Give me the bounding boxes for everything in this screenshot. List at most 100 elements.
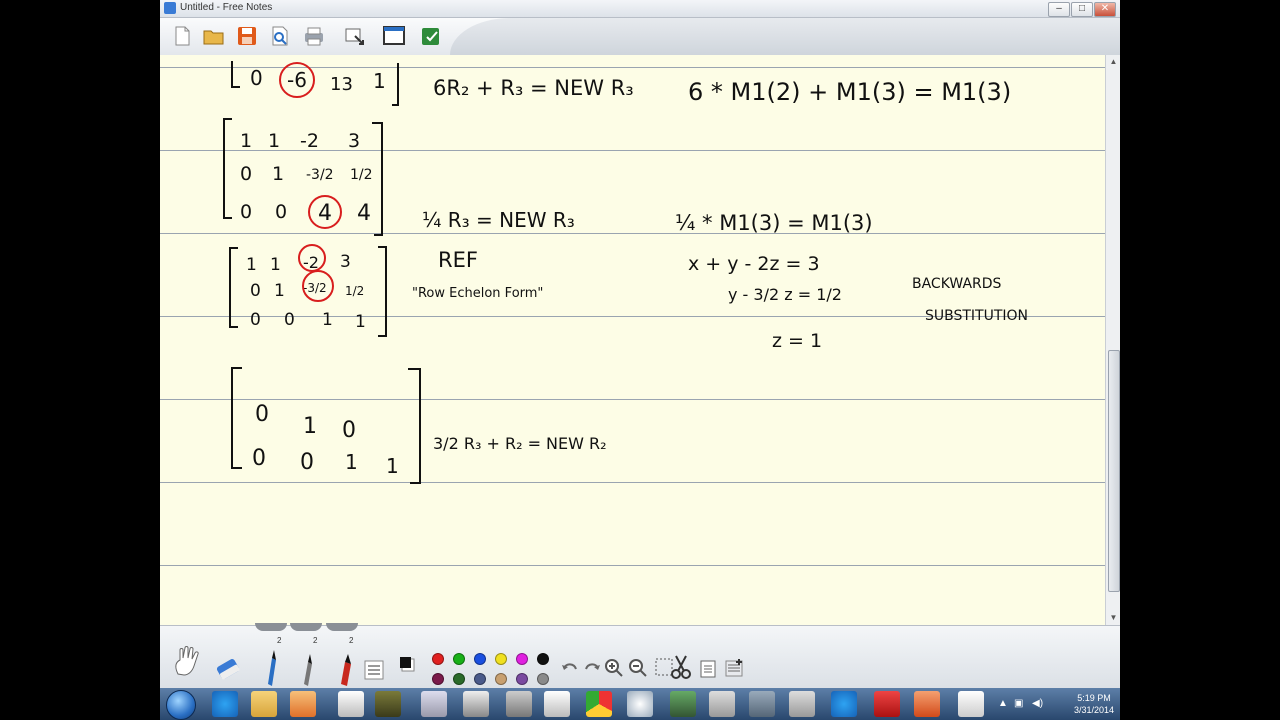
note-canvas[interactable]: 0 -6 13 1 6R₂ + R₃ = NEW R₃ 6 * M1(2) + …	[160, 55, 1105, 625]
pen-tool-blue[interactable]	[260, 648, 282, 686]
app-icon	[164, 2, 176, 14]
color-black[interactable]	[537, 653, 549, 665]
page-tab[interactable]	[255, 623, 287, 631]
zoom-in-icon	[605, 659, 623, 677]
color-magenta[interactable]	[516, 653, 528, 665]
volume-icon[interactable]: ◀)	[1032, 698, 1043, 709]
internet-explorer-icon[interactable]	[212, 691, 238, 717]
m4-cell: 0	[300, 450, 314, 475]
marker-icon	[341, 654, 351, 686]
tools-icon[interactable]	[670, 691, 696, 717]
insert-page-button[interactable]	[724, 658, 744, 678]
print-preview-button[interactable]	[268, 24, 292, 48]
page-number: 2	[277, 636, 282, 645]
device-icon[interactable]	[463, 691, 489, 717]
color-maroon[interactable]	[432, 673, 444, 685]
pen-app-icon[interactable]	[338, 691, 364, 717]
color-blue[interactable]	[474, 653, 486, 665]
tray-expand-icon[interactable]: ▲	[998, 698, 1008, 709]
print-preview-icon	[272, 26, 288, 46]
phone-icon[interactable]	[506, 691, 532, 717]
scroll-thumb[interactable]	[1108, 350, 1120, 592]
color-swatch-icon	[400, 657, 415, 672]
new-page-button[interactable]	[170, 24, 194, 48]
eraser-button[interactable]	[214, 654, 242, 682]
magnifier-app-icon[interactable]	[627, 691, 653, 717]
network-icon[interactable]	[709, 691, 735, 717]
eq-line: y - 3/2 z = 1/2	[728, 285, 842, 304]
calculator-icon[interactable]	[421, 691, 447, 717]
capture-button[interactable]	[343, 24, 367, 48]
color-yellow[interactable]	[495, 653, 507, 665]
color-green[interactable]	[453, 653, 465, 665]
m3-cell: 0	[250, 281, 261, 301]
m2-cell: 1	[272, 163, 284, 185]
open-button[interactable]	[202, 24, 226, 48]
color-red[interactable]	[432, 653, 444, 665]
maximize-button[interactable]: □	[1071, 2, 1093, 17]
scroll-down-arrow-icon[interactable]: ▼	[1106, 611, 1120, 625]
zoom-out-button[interactable]	[628, 658, 648, 678]
window-icon[interactable]	[789, 691, 815, 717]
pdf-icon[interactable]	[874, 691, 900, 717]
m1-cell: -6	[287, 68, 307, 92]
m4-cell: 1	[303, 414, 317, 439]
archive-icon[interactable]	[375, 691, 401, 717]
desktop-icon[interactable]	[749, 691, 775, 717]
redo-button[interactable]	[582, 659, 602, 679]
eq-line: z = 1	[772, 330, 822, 352]
paste-button[interactable]	[698, 658, 718, 678]
hand-tool-button[interactable]	[170, 644, 204, 678]
color-dark-green[interactable]	[453, 673, 465, 685]
page-tab[interactable]	[290, 623, 322, 631]
color-slate[interactable]	[474, 673, 486, 685]
m4-cell: 0	[255, 402, 269, 427]
powerpoint-icon[interactable]	[914, 691, 940, 717]
open-folder-icon	[203, 30, 224, 45]
free-notes-window: Untitled - Free Notes – □ ✕ 0 -6 13 1 6R…	[160, 0, 1120, 688]
m2-cell: 0	[240, 201, 252, 223]
close-button[interactable]: ✕	[1094, 2, 1116, 17]
cut-button[interactable]	[670, 654, 692, 680]
undo-button[interactable]	[560, 659, 580, 679]
ie-pinned-icon[interactable]	[831, 691, 857, 717]
screen-button[interactable]	[382, 24, 406, 48]
scroll-up-arrow-icon[interactable]: ▲	[1106, 55, 1120, 69]
start-button[interactable]	[166, 690, 196, 720]
print-icon	[305, 27, 323, 46]
method-label: BACKWARDS	[912, 276, 1002, 292]
screen-icon	[383, 26, 405, 45]
color-picker-button[interactable]	[399, 656, 415, 672]
network-tray-icon[interactable]: ▣	[1014, 698, 1023, 709]
color-tan[interactable]	[495, 673, 507, 685]
vertical-scrollbar[interactable]: ▲ ▼	[1105, 55, 1120, 625]
chrome-icon[interactable]	[586, 691, 612, 717]
page-tab[interactable]	[326, 623, 358, 631]
zoom-in-button[interactable]	[604, 658, 624, 678]
media-player-icon[interactable]	[290, 691, 316, 717]
m3-cell: 1	[274, 281, 285, 301]
notepad-icon[interactable]	[544, 691, 570, 717]
m3-cell: 0	[250, 310, 261, 330]
scissors-icon	[671, 655, 691, 679]
color-purple[interactable]	[516, 673, 528, 685]
save-button[interactable]	[235, 24, 259, 48]
pen-icon	[268, 650, 276, 686]
m2-cell: 0	[275, 201, 287, 223]
minimize-button[interactable]: –	[1048, 2, 1070, 17]
pen-tool-gray[interactable]	[296, 650, 318, 686]
free-notes-task-icon[interactable]	[958, 691, 984, 717]
color-gray[interactable]	[537, 673, 549, 685]
line-style-button[interactable]	[364, 660, 384, 680]
export-button[interactable]	[419, 24, 443, 48]
m2-cell: 1	[268, 130, 280, 152]
bracket-right	[408, 368, 421, 484]
page-number: 2	[349, 636, 354, 645]
bracket-right	[372, 122, 383, 236]
print-button[interactable]	[302, 24, 326, 48]
row-operation: 6R₂ + R₃ = NEW R₃	[433, 76, 634, 100]
system-clock[interactable]: 5:19 PM 3/31/2014	[1074, 692, 1114, 716]
highlighter-tool-red[interactable]	[334, 650, 356, 686]
file-explorer-icon[interactable]	[251, 691, 277, 717]
m3-cell: 0	[284, 310, 295, 330]
